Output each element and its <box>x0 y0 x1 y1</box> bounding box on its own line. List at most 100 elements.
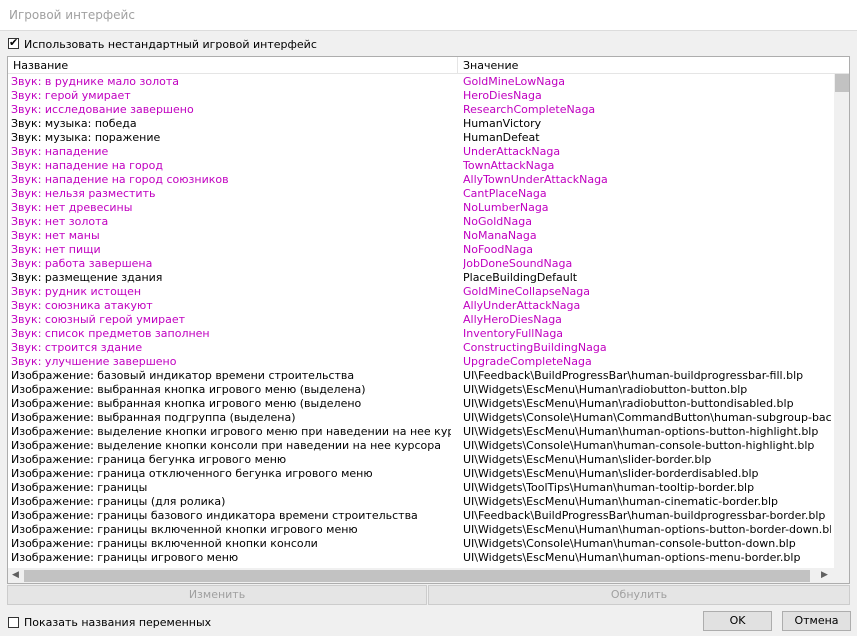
list-row[interactable]: Звук: нападение на город союзников AllyTo… <box>8 173 834 187</box>
row-name: Изображение: границы <box>11 481 148 494</box>
row-name: Звук: в руднике мало золота <box>11 75 180 88</box>
list-row[interactable]: Изображение: границы включенной кнопки к… <box>8 537 834 551</box>
row-value: TownAttackNaga <box>463 159 555 172</box>
row-value: GoldMineLowNaga <box>463 75 565 88</box>
scroll-left-icon[interactable]: ◀ <box>12 570 19 580</box>
row-name: Звук: нет древесины <box>11 201 133 214</box>
row-value: UI\Widgets\EscMenu\Human\human-cinematic… <box>463 495 779 508</box>
row-name: Звук: рудник истощен <box>11 285 142 298</box>
row-value: UpgradeCompleteNaga <box>463 355 592 368</box>
list-row[interactable]: Изображение: выбранная кнопка игрового м… <box>8 397 834 411</box>
list-row[interactable]: Звук: исследование завершено ResearchComp… <box>8 103 834 117</box>
row-name: Изображение: границы включенной кнопки к… <box>11 537 318 550</box>
row-name: Звук: размещение здания <box>11 271 163 284</box>
row-value: UI\Widgets\EscMenu\Human\radiobutton-but… <box>463 383 748 396</box>
list-header: Название Значение <box>8 57 849 74</box>
list-row[interactable]: Изображение: граница бегунка игрового ме… <box>8 453 834 467</box>
row-value: AllyTownUnderAttackNaga <box>463 173 608 186</box>
list-row[interactable]: Изображение: границы базового индикатора… <box>8 509 834 523</box>
list-row[interactable]: Изображение: базовый индикатор времени с… <box>8 369 834 383</box>
change-button[interactable]: Изменить <box>7 585 427 605</box>
list-row[interactable]: Звук: работа завершена JobDoneSoundNaga <box>8 257 834 271</box>
list-row[interactable]: Изображение: выбранная кнопка игрового м… <box>8 383 834 397</box>
list-row[interactable]: Звук: музыка: поражение HumanDefeat <box>8 131 834 145</box>
row-name: Звук: работа завершена <box>11 257 153 270</box>
row-name: Звук: музыка: поражение <box>11 131 161 144</box>
row-name: Звук: союзный герой умирает <box>11 313 186 326</box>
row-name: Звук: музыка: победа <box>11 117 137 130</box>
row-value: UI\Widgets\Console\Human\human-console-b… <box>463 439 815 452</box>
horizontal-scroll-thumb[interactable] <box>24 570 810 582</box>
use-custom-label[interactable]: Использовать нестандартный игровой интер… <box>24 38 317 51</box>
list-row[interactable]: Звук: строится здание ConstructingBuildin… <box>8 341 834 355</box>
row-value: UI\Widgets\Console\Human\CommandButton\h… <box>463 411 831 424</box>
vertical-scroll-thumb[interactable] <box>835 74 849 92</box>
column-header-value[interactable]: Значение <box>463 59 518 72</box>
row-value: UI\Feedback\BuildProgressBar\human-build… <box>463 509 826 522</box>
title-bar: Игровой интерфейс <box>0 0 857 31</box>
column-header-name[interactable]: Название <box>13 59 68 72</box>
show-var-names-checkbox[interactable] <box>8 617 19 628</box>
list-row[interactable]: Звук: нападение UnderAttackNaga <box>8 145 834 159</box>
list-row[interactable]: Изображение: границы игрового меню UI\Wid… <box>8 551 834 565</box>
row-name: Звук: улучшение завершено <box>11 355 177 368</box>
row-value: UI\Widgets\EscMenu\Human\slider-borderdi… <box>463 467 759 480</box>
column-divider[interactable] <box>457 57 458 73</box>
window-title: Игровой интерфейс <box>9 8 135 22</box>
list-row[interactable]: Изображение: граница отключенного бегунк… <box>8 467 834 481</box>
list-row[interactable]: Звук: музыка: победа HumanVictory <box>8 117 834 131</box>
list-row[interactable]: Звук: герой умирает HeroDiesNaga <box>8 89 834 103</box>
row-value: ResearchCompleteNaga <box>463 103 596 116</box>
list-row[interactable]: Изображение: выделение кнопки консоли пр… <box>8 439 834 453</box>
row-value: NoGoldNaga <box>463 215 532 228</box>
row-name: Звук: строится здание <box>11 341 143 354</box>
row-name: Изображение: базовый индикатор времени с… <box>11 369 355 382</box>
row-name: Изображение: границы базового индикатора… <box>11 509 418 522</box>
list-row[interactable]: Изображение: выбранная подгруппа (выделе… <box>8 411 834 425</box>
use-custom-checkbox[interactable]: ✔ <box>8 36 19 49</box>
cancel-button[interactable]: Отмена <box>782 611 851 631</box>
row-name: Звук: исследование завершено <box>11 103 194 116</box>
row-name: Изображение: выбранная подгруппа (выделе… <box>11 411 296 424</box>
list-row[interactable]: Звук: союзный герой умирает AllyHeroDiesN… <box>8 313 834 327</box>
list-row[interactable]: Звук: размещение здания PlaceBuildingDefa… <box>8 271 834 285</box>
list-row[interactable]: Изображение: границы UI\Widgets\ToolTips\… <box>8 481 834 495</box>
list-row[interactable]: Звук: в руднике мало золота GoldMineLowNa… <box>8 75 834 89</box>
list-row[interactable]: Звук: союзника атакуют AllyUnderAttackNag… <box>8 299 834 313</box>
list-row[interactable]: Звук: улучшение завершено UpgradeComplete… <box>8 355 834 369</box>
row-value: PlaceBuildingDefault <box>463 271 578 284</box>
row-name: Звук: список предметов заполнен <box>11 327 210 340</box>
row-value: UI\Widgets\EscMenu\Human\slider-border.b… <box>463 453 712 466</box>
vertical-scrollbar[interactable] <box>834 74 849 568</box>
show-var-names-label[interactable]: Показать названия переменных <box>24 616 211 629</box>
row-value: ConstructingBuildingNaga <box>463 341 607 354</box>
list-row[interactable]: Звук: нападение на город TownAttackNaga <box>8 159 834 173</box>
scroll-right-icon[interactable]: ▶ <box>821 570 828 580</box>
row-name: Звук: герой умирает <box>11 89 131 102</box>
row-name: Звук: союзника атакуют <box>11 299 153 312</box>
interface-list[interactable]: Название Значение Звук: в руднике мало з… <box>7 56 850 584</box>
row-name: Изображение: границы игрового меню <box>11 551 239 564</box>
row-value: AllyHeroDiesNaga <box>463 313 562 326</box>
list-row[interactable]: Изображение: границы включенной кнопки и… <box>8 523 834 537</box>
list-row[interactable]: Звук: рудник истощен GoldMineCollapseNaga <box>8 285 834 299</box>
reset-button[interactable]: Обнулить <box>428 585 850 605</box>
row-value: HumanVictory <box>463 117 542 130</box>
row-name: Изображение: граница бегунка игрового ме… <box>11 453 287 466</box>
list-row[interactable]: Звук: нет золота NoGoldNaga <box>8 215 834 229</box>
ok-button[interactable]: OK <box>703 611 772 631</box>
row-value: JobDoneSoundNaga <box>463 257 573 270</box>
list-row[interactable]: Звук: нет пищи NoFoodNaga <box>8 243 834 257</box>
checkmark-icon: ✔ <box>9 36 19 49</box>
list-row[interactable]: Звук: нет древесины NoLumberNaga <box>8 201 834 215</box>
row-value: GoldMineCollapseNaga <box>463 285 591 298</box>
list-row[interactable]: Звук: нельзя разместить CantPlaceNaga <box>8 187 834 201</box>
row-value: AllyUnderAttackNaga <box>463 299 581 312</box>
horizontal-scrollbar[interactable]: ◀ ▶ <box>8 568 834 583</box>
list-row[interactable]: Изображение: выделение кнопки игрового м… <box>8 425 834 439</box>
row-value: UI\Widgets\EscMenu\Human\human-options-b… <box>463 523 831 536</box>
list-row[interactable]: Звук: нет маны NoManaNaga <box>8 229 834 243</box>
list-row[interactable]: Изображение: границы (для ролика) UI\Widg… <box>8 495 834 509</box>
list-row[interactable]: Звук: список предметов заполнен Inventory… <box>8 327 834 341</box>
row-name: Звук: нет пищи <box>11 243 101 256</box>
